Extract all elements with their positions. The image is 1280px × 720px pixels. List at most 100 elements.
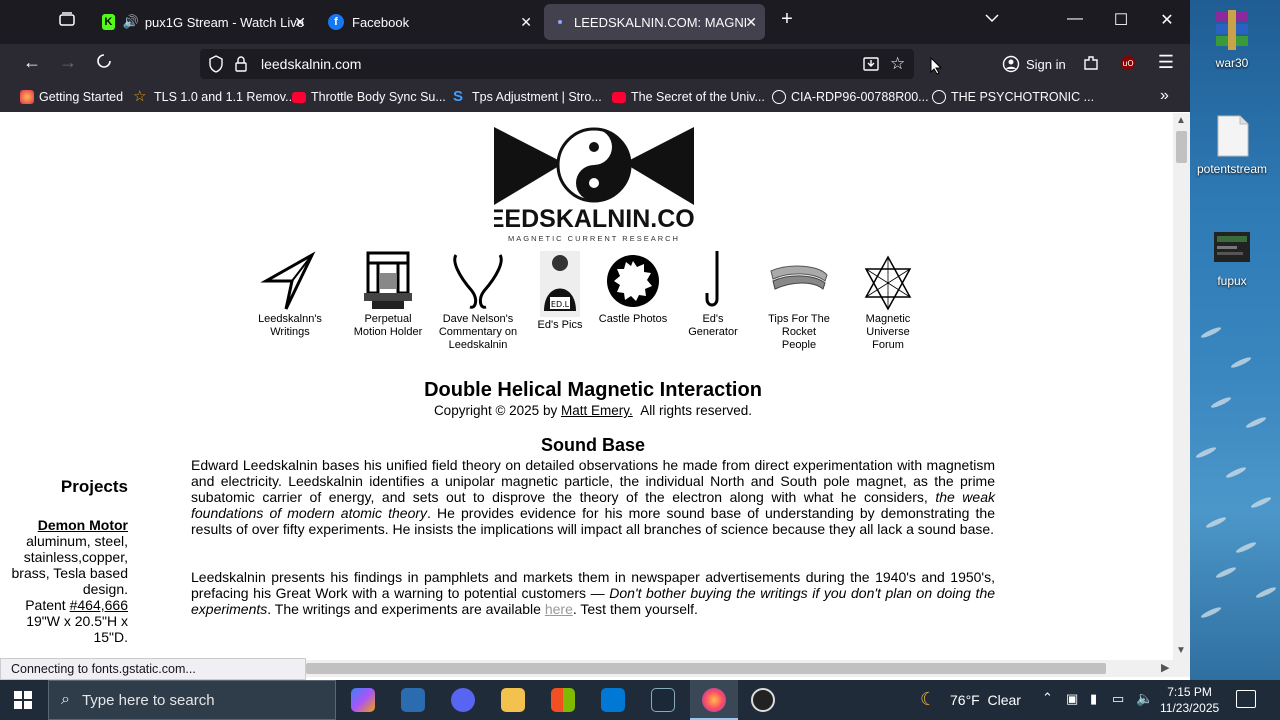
taskbar-search[interactable]: ⌕ Type here to search: [48, 680, 336, 720]
globe-icon: [932, 90, 946, 104]
more-bookmarks-icon[interactable]: »: [1160, 87, 1169, 105]
desktop-icon-fupux[interactable]: fupux: [1196, 226, 1268, 288]
nav-rocket-people[interactable]: Tips For The Rocket People: [764, 251, 834, 352]
s-logo-icon: S: [453, 88, 464, 105]
microsoft-store-icon[interactable]: [551, 688, 575, 712]
nav-eds-pics[interactable]: ED.L Ed's Pics: [530, 251, 590, 331]
extensions-icon[interactable]: [1079, 54, 1103, 77]
steam-icon[interactable]: [651, 688, 675, 712]
minimize-icon[interactable]: —: [1060, 10, 1090, 28]
bookmark-item[interactable]: S Tps Adjustment | Stro...: [453, 88, 602, 105]
tab-facebook[interactable]: f Facebook ✕: [318, 4, 540, 40]
network-icon[interactable]: ▭: [1112, 691, 1124, 707]
clock-time: 7:15 PM: [1167, 685, 1212, 699]
scroll-right-icon[interactable]: ▶: [1161, 661, 1169, 674]
scrollbar-thumb[interactable]: [1176, 131, 1187, 163]
patent-link[interactable]: #464,666: [70, 597, 128, 613]
windows-start-icon[interactable]: [14, 691, 32, 714]
new-tab-icon[interactable]: +: [772, 8, 802, 31]
close-tab-icon[interactable]: ✕: [520, 14, 532, 31]
close-window-icon[interactable]: ✕: [1152, 10, 1182, 30]
desktop-icon-potentstream[interactable]: potentstream: [1196, 114, 1268, 176]
volume-icon[interactable]: 🔈: [1136, 690, 1153, 707]
system-clock[interactable]: 7:15 PM 11/23/2025: [1160, 684, 1219, 716]
sign-in-button[interactable]: Sign in: [996, 49, 1076, 79]
bookmark-item[interactable]: Getting Started: [20, 90, 123, 104]
site-logo[interactable]: LEEDSKALNIN.COM MAGNETIC CURRENT RESEARC…: [472, 123, 716, 243]
hook-icon: [683, 251, 743, 311]
youtube-icon: [292, 91, 306, 103]
nav-perpetual-motion[interactable]: Perpetual Motion Holder: [353, 251, 423, 339]
close-tab-icon[interactable]: ✕: [294, 14, 306, 31]
bookmark-item[interactable]: Throttle Body Sync Su...: [292, 90, 446, 104]
bookmarks-toolbar: Getting Started ☆ TLS 1.0 and 1.1 Remov..…: [0, 84, 1190, 112]
outlook-icon[interactable]: [601, 688, 625, 712]
desktop-icon-label: war30: [1215, 56, 1249, 70]
url-bar[interactable]: leedskalnin.com ☆: [200, 49, 914, 79]
hscrollbar-thumb[interactable]: [306, 663, 1106, 674]
save-page-icon[interactable]: [862, 55, 880, 78]
lock-icon[interactable]: [234, 55, 248, 78]
speaker-icon[interactable]: 🔊: [123, 14, 139, 30]
discord-icon[interactable]: [451, 688, 475, 712]
meet-icon[interactable]: ▣: [1066, 691, 1078, 707]
nav-label: Leedskalnn's Writings: [258, 313, 322, 338]
obs-icon[interactable]: [751, 688, 775, 712]
notifications-icon[interactable]: [1236, 690, 1256, 708]
bookmark-label: THE PSYCHOTRONIC ...: [951, 90, 1095, 104]
nav-castle-photos[interactable]: Castle Photos: [598, 251, 668, 326]
file-explorer-icon[interactable]: [501, 688, 525, 712]
bookmark-star-icon[interactable]: ☆: [890, 54, 905, 74]
winrar-icon: [1212, 8, 1252, 52]
bookmark-item[interactable]: The Secret of the Univ...: [612, 90, 765, 104]
copilot-icon[interactable]: [351, 688, 375, 712]
search-icon: ⌕: [61, 691, 70, 708]
maximize-icon[interactable]: ☐: [1106, 10, 1136, 30]
nav-dave-nelson[interactable]: Dave Nelson's Commentary on Leedskalnin: [438, 251, 518, 352]
tab-leedskalnin[interactable]: LEEDSKALNIN.COM: MAGNETIC ✕: [544, 4, 765, 40]
scroll-up-icon[interactable]: ▲: [1176, 115, 1186, 126]
desktop-background: [1190, 0, 1280, 680]
star-icon: ☆: [133, 88, 147, 105]
shield-icon[interactable]: [208, 55, 224, 78]
nav-magnetic-forum[interactable]: Magnetic Universe Forum: [853, 251, 923, 352]
firefox-icon: [20, 90, 34, 104]
task-view-icon[interactable]: [401, 688, 425, 712]
weather-moon-icon[interactable]: ☾: [920, 689, 936, 710]
forward-icon[interactable]: →: [56, 52, 80, 73]
vertical-scrollbar[interactable]: ▲ ▼: [1173, 113, 1190, 660]
firefox-taskbar-button[interactable]: [690, 680, 738, 720]
copyright-line: Copyright © 2025 by Matt Emery. All righ…: [8, 403, 1173, 418]
tab-stream[interactable]: K 🔊 pux1G Stream - Watch Live ✕: [92, 4, 314, 40]
tab-bar: K 🔊 pux1G Stream - Watch Live ✕ f Facebo…: [0, 0, 1190, 44]
ublock-icon[interactable]: uO: [1116, 54, 1140, 77]
nav-eds-generator[interactable]: Ed's Generator: [678, 251, 748, 339]
ed-badge-text: ED.L: [551, 300, 570, 309]
back-icon[interactable]: ←: [20, 52, 44, 73]
firefox-view-icon[interactable]: [52, 10, 82, 33]
stop-loading-icon[interactable]: [92, 52, 116, 75]
bookmark-item[interactable]: CIA-RDP96-00788R00...: [772, 90, 929, 104]
show-hidden-icons[interactable]: ⌃: [1042, 690, 1053, 706]
demon-motor-link[interactable]: Demon Motor: [38, 517, 128, 533]
scroll-down-icon[interactable]: ▼: [1176, 645, 1186, 656]
close-tab-icon[interactable]: ✕: [745, 14, 757, 31]
horizontal-scrollbar[interactable]: ▶: [306, 660, 1190, 677]
file-icon: [1212, 114, 1252, 158]
weather-text[interactable]: 76°F Clear: [950, 692, 1021, 708]
nav-label: Magnetic Universe Forum: [865, 313, 911, 351]
battery-icon[interactable]: ▮: [1090, 691, 1097, 707]
menu-icon[interactable]: ☰: [1154, 52, 1178, 73]
rights-text: All rights reserved.: [640, 403, 753, 418]
desktop-icon-war30[interactable]: war30: [1196, 8, 1268, 70]
author-link[interactable]: Matt Emery.: [561, 403, 633, 418]
project-dimensions: 19"W x 20.5"H x 15"D.: [26, 613, 128, 645]
nav-writings[interactable]: Leedskalnn's Writings: [240, 251, 340, 339]
nav-label: Tips For The Rocket People: [768, 313, 830, 351]
list-tabs-icon[interactable]: [977, 10, 1007, 28]
facebook-icon: f: [328, 14, 344, 30]
bookmark-item[interactable]: THE PSYCHOTRONIC ...: [932, 90, 1094, 104]
metal-bar-icon: [769, 251, 829, 311]
bookmark-item[interactable]: ☆ TLS 1.0 and 1.1 Remov...: [133, 88, 296, 105]
writings-here-link[interactable]: here: [545, 601, 573, 617]
